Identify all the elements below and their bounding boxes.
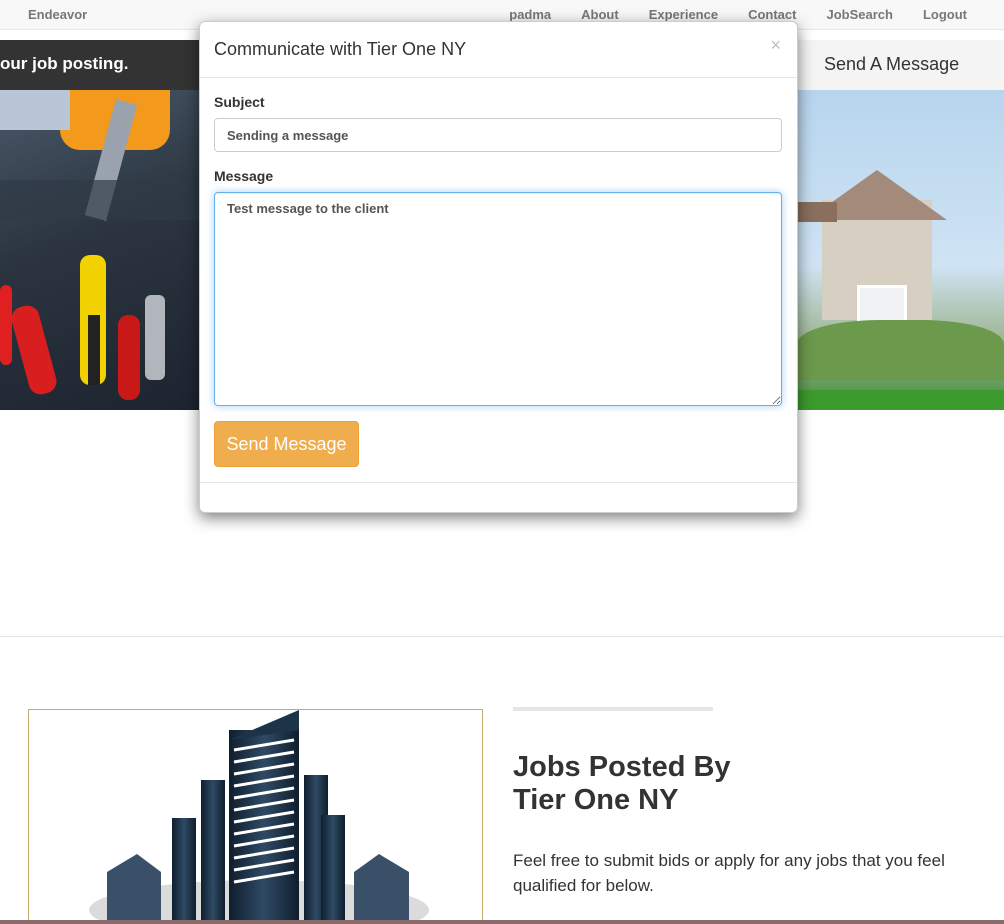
- tools-image: [0, 90, 200, 410]
- company-logo: [28, 709, 483, 924]
- jobs-title-line1: Jobs Posted By: [513, 751, 731, 783]
- message-modal: Communicate with Tier One NY × Subject M…: [199, 21, 798, 513]
- jobs-title-line2: Tier One NY: [513, 784, 679, 816]
- building-icon: [89, 710, 429, 923]
- nav-link-jobsearch[interactable]: JobSearch: [826, 7, 892, 22]
- subject-label: Subject: [214, 94, 265, 110]
- nav-links: padma About Experience Contact JobSearch…: [509, 7, 967, 22]
- modal-footer: [200, 482, 797, 483]
- banner-text: our job posting.: [0, 54, 129, 73]
- brand-link[interactable]: Endeavor: [28, 7, 87, 22]
- nav-link-user[interactable]: padma: [509, 7, 551, 22]
- page-bottom-strip: [0, 920, 1004, 924]
- section-divider: [0, 636, 1004, 637]
- subject-input[interactable]: [214, 118, 782, 152]
- modal-header: Communicate with Tier One NY ×: [200, 22, 797, 78]
- message-label: Message: [214, 168, 274, 184]
- send-message-tab-label: Send A Message: [824, 54, 960, 74]
- nav-link-logout[interactable]: Logout: [923, 7, 967, 22]
- nav-link-about[interactable]: About: [581, 7, 619, 22]
- nav-link-experience[interactable]: Experience: [649, 7, 718, 22]
- message-textarea[interactable]: Test message to the client: [214, 192, 782, 406]
- nav-link-contact[interactable]: Contact: [748, 7, 796, 22]
- jobs-posted-title: Jobs Posted By Tier One NY: [513, 751, 813, 817]
- send-message-tab[interactable]: Send A Message: [797, 40, 1004, 90]
- title-accent-bar: [513, 707, 713, 711]
- jobs-description: Feel free to submit bids or apply for an…: [513, 851, 945, 895]
- send-message-button[interactable]: Send Message: [214, 421, 359, 467]
- close-icon[interactable]: ×: [770, 35, 781, 56]
- modal-title: Communicate with Tier One NY: [214, 39, 467, 59]
- house-image: [797, 90, 1004, 410]
